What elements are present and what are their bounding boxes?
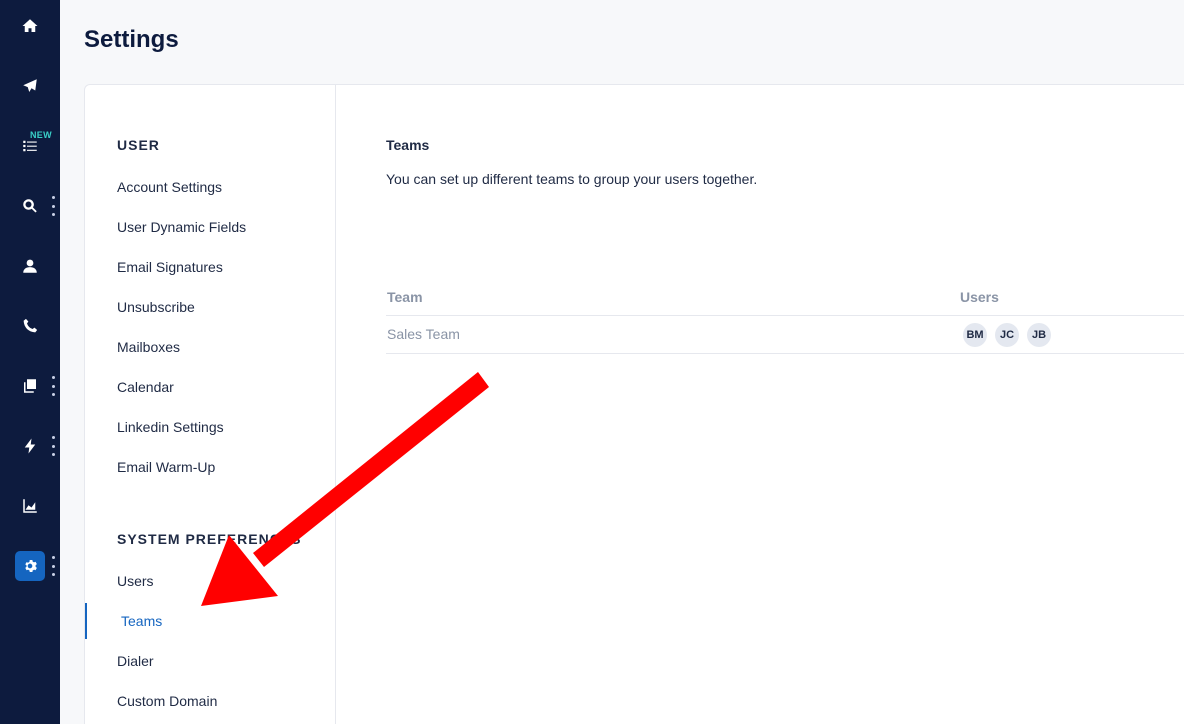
- avatar[interactable]: JC: [995, 323, 1019, 347]
- avatar[interactable]: JB: [1027, 323, 1051, 347]
- nav-item-users[interactable]: Users: [117, 570, 154, 592]
- table-header: Team Users: [386, 285, 1184, 316]
- copy-icon: [24, 379, 36, 393]
- active-indicator: [15, 551, 45, 581]
- nav-heading-system-preferences: SYSTEM PREFERENCES: [117, 531, 302, 547]
- app-rail: NEW: [0, 0, 60, 724]
- gear-icon: [25, 560, 37, 572]
- rail-contacts[interactable]: [0, 246, 60, 286]
- nav-item-teams[interactable]: Teams: [85, 603, 336, 639]
- user-icon: [23, 259, 37, 273]
- phone-icon: [23, 318, 38, 333]
- kebab-icon[interactable]: [50, 556, 56, 576]
- nav-item-custom-domain[interactable]: Custom Domain: [117, 690, 217, 712]
- page-title: Settings: [84, 26, 179, 53]
- team-name[interactable]: Sales Team: [387, 326, 460, 342]
- chart-icon: [23, 499, 37, 513]
- team-users: BM JC JB: [963, 323, 1051, 347]
- rail-reports[interactable]: [0, 486, 60, 526]
- nav-item-user-dynamic-fields[interactable]: User Dynamic Fields: [117, 216, 246, 238]
- table-row[interactable]: Sales Team BM JC JB: [386, 316, 1184, 354]
- kebab-icon[interactable]: [50, 196, 56, 216]
- kebab-icon[interactable]: [50, 376, 56, 396]
- nav-item-account-settings[interactable]: Account Settings: [117, 176, 222, 198]
- teams-table: Team Users Sales Team BM JC JB: [386, 285, 1184, 354]
- paper-plane-icon: [23, 79, 37, 92]
- nav-heading-user: USER: [117, 137, 160, 153]
- settings-nav: USER Account Settings User Dynamic Field…: [85, 85, 336, 724]
- column-header-team: Team: [387, 289, 423, 305]
- section-description: You can set up different teams to group …: [386, 171, 758, 187]
- lightning-icon: [24, 438, 36, 454]
- nav-item-calendar[interactable]: Calendar: [117, 376, 174, 398]
- kebab-icon[interactable]: [50, 436, 56, 456]
- rail-templates[interactable]: [0, 366, 60, 406]
- nav-item-email-signatures[interactable]: Email Signatures: [117, 256, 223, 278]
- nav-item-dialer[interactable]: Dialer: [117, 650, 154, 672]
- avatar[interactable]: BM: [963, 323, 987, 347]
- rail-home[interactable]: [0, 6, 60, 46]
- rail-automations[interactable]: [0, 426, 60, 466]
- column-header-users: Users: [960, 289, 999, 305]
- settings-card: USER Account Settings User Dynamic Field…: [84, 84, 1184, 724]
- nav-item-linkedin-settings[interactable]: Linkedin Settings: [117, 416, 224, 438]
- nav-item-email-warm-up[interactable]: Email Warm-Up: [117, 456, 215, 478]
- nav-item-unsubscribe[interactable]: Unsubscribe: [117, 296, 195, 318]
- home-icon: [22, 19, 38, 32]
- search-icon: [23, 199, 37, 213]
- nav-item-mailboxes[interactable]: Mailboxes: [117, 336, 180, 358]
- new-badge: NEW: [30, 130, 52, 140]
- rail-campaigns[interactable]: [0, 66, 60, 106]
- section-title: Teams: [386, 137, 430, 153]
- teams-panel: Teams You can set up different teams to …: [386, 85, 1184, 724]
- rail-calls[interactable]: [0, 306, 60, 346]
- rail-tasks[interactable]: NEW: [0, 126, 60, 166]
- rail-settings[interactable]: [0, 546, 60, 586]
- rail-search[interactable]: [0, 186, 60, 226]
